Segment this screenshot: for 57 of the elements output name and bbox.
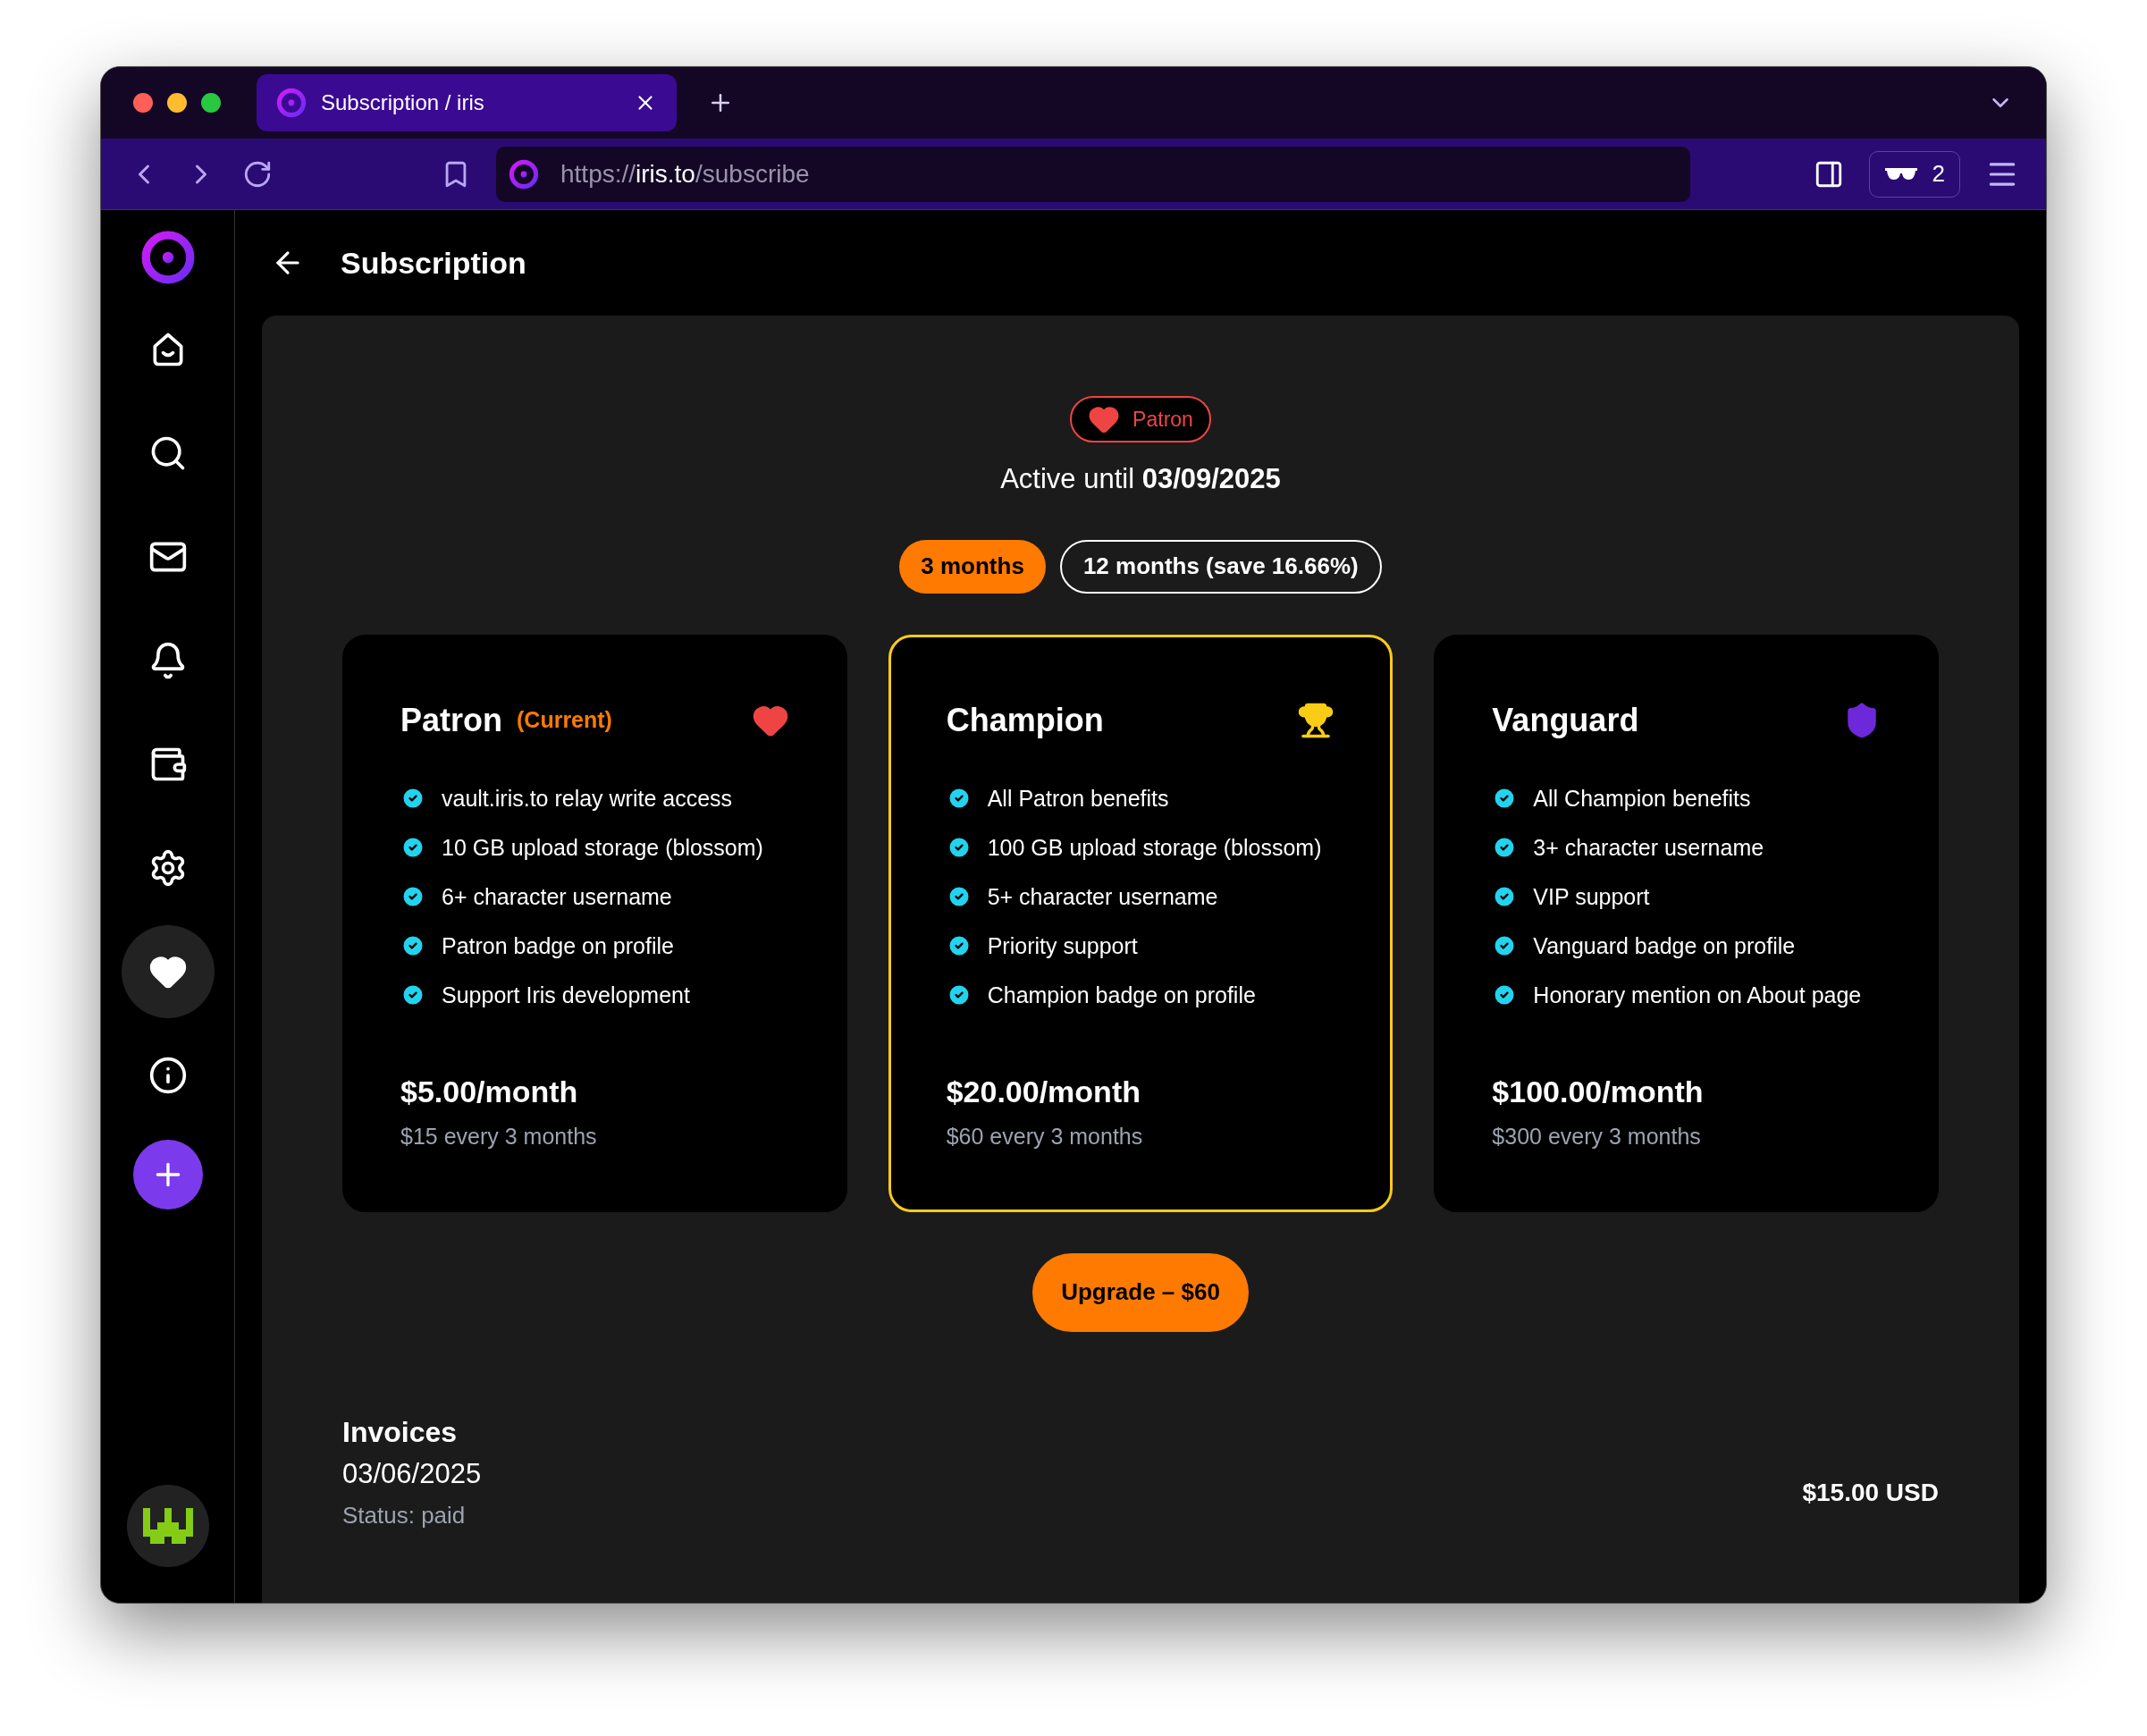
upgrade-button[interactable]: Upgrade – $60 [1032, 1252, 1249, 1332]
plan-price: $5.00/month [400, 1074, 579, 1110]
plan-billing: $300 every 3 months [1492, 1123, 1702, 1150]
plan-price: $100.00/month [1492, 1074, 1705, 1110]
address-bar[interactable]: https://iris.to/subscribe [496, 146, 1690, 202]
plan-name: Patron [400, 700, 502, 740]
info-icon[interactable] [147, 1056, 188, 1095]
page-title: Subscription [341, 244, 526, 282]
check-icon [400, 835, 425, 860]
minimize-window-icon[interactable] [167, 93, 187, 113]
plan-card[interactable]: Vanguard All Champion benefits 3+ character username VIP support Vanguard badge on profile Honorary mention on About page $100.00/month $300 every 3 months [1434, 634, 1939, 1212]
invoice-amount: $15.00 USD [1802, 1478, 1939, 1509]
trophy-icon [1297, 701, 1335, 739]
feature-text: 10 GB upload storage (blossom) [442, 833, 763, 862]
feature-text: vault.iris.to relay write access [442, 784, 733, 813]
period-toggle[interactable]: 12 months (save 16.66%) [1059, 539, 1382, 594]
feature-text: 100 GB upload storage (blossom) [987, 833, 1322, 862]
feature-text: Support Iris development [442, 981, 690, 1009]
plan-card[interactable]: Patron (Current) vault.iris.to relay write access 10 GB upload storage (blossom) 6+ character username Patron badge on profile Support Iris development $5.00/month $15 every 3 months [342, 634, 847, 1212]
check-icon [400, 982, 425, 1007]
invoice-date: 03/06/2025 [342, 1456, 483, 1491]
active-until-text: Active until 03/09/2025 [1000, 462, 1281, 496]
plan-name: Champion [946, 700, 1104, 740]
plan-price: $20.00/month [946, 1074, 1141, 1110]
feature-text: Patron badge on profile [442, 931, 674, 960]
url-text: https://iris.to/subscribe [560, 158, 810, 190]
feature-text: All Champion benefits [1533, 784, 1751, 813]
extension-button[interactable]: 2 [1868, 150, 1960, 198]
current-label: (Current) [517, 705, 612, 734]
w-logo-icon [142, 1506, 193, 1546]
check-icon [400, 786, 425, 811]
feature-text: All Patron benefits [987, 784, 1169, 813]
plan-billing: $15 every 3 months [400, 1123, 598, 1150]
feature-text: Priority support [987, 931, 1138, 960]
plan-card[interactable]: Champion All Patron benefits 100 GB upload storage (blossom) 5+ character username Priority support Champion badge on profile $20.00/month $60 every 3 months [888, 634, 1393, 1212]
feature-text: 6+ character username [442, 882, 672, 911]
maximize-window-icon[interactable] [201, 93, 221, 113]
close-window-icon[interactable] [133, 93, 153, 113]
invoice-status: Status: paid [342, 1501, 467, 1530]
iris-logo-icon [276, 88, 307, 118]
invoices-heading: Invoices [342, 1414, 459, 1450]
plan-name: Vanguard [1492, 700, 1639, 740]
plan-billing: $60 every 3 months [946, 1123, 1144, 1150]
check-icon [400, 933, 425, 958]
period-toggle[interactable]: 3 months [899, 539, 1046, 594]
feature-text: Champion badge on profile [987, 981, 1256, 1009]
patron-badge: Patron [1070, 396, 1211, 442]
check-icon [400, 884, 425, 909]
glasses-icon [1883, 165, 1918, 182]
iris-logo-icon [139, 230, 196, 285]
browser-tab[interactable]: Subscription / iris [257, 74, 677, 131]
feature-text: VIP support [1533, 882, 1650, 911]
feature-text: 5+ character username [987, 882, 1218, 911]
feature-text: 3+ character username [1533, 833, 1764, 862]
feature-text: Honorary mention on About page [1533, 981, 1862, 1009]
feature-text: Vanguard badge on profile [1533, 931, 1796, 960]
iris-logo-icon [509, 158, 539, 190]
